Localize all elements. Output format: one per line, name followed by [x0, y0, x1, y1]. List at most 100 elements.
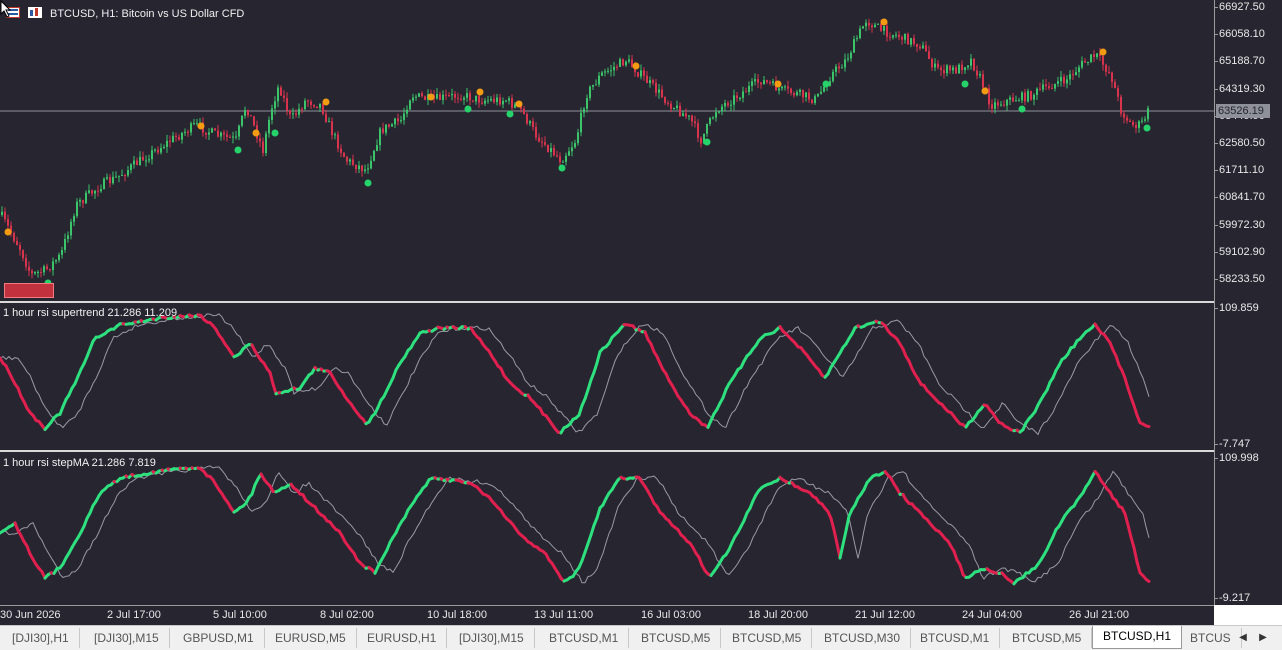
price-axis-label: 58233.50: [1215, 273, 1265, 285]
rsi-line-segment: [271, 382, 278, 396]
sell-arrow-icon: [197, 122, 205, 130]
buy-arrow-icon: [464, 105, 472, 113]
rsi-line-segment: [1144, 577, 1151, 583]
current-price-label: 63526.19: [1216, 104, 1270, 118]
chart-tab[interactable]: BTCUSD,M30: [814, 628, 912, 648]
rsi-line-segment: [595, 350, 602, 365]
rsi-line-segment: [1132, 546, 1139, 564]
time-axis-label: 5 Jul 10:00: [213, 609, 267, 621]
price-axis-label: 64319.30: [1215, 82, 1265, 95]
signal-line: [0, 465, 1150, 584]
rsi-line-segment: [832, 528, 839, 546]
time-axis-label: 18 Jul 20:00: [748, 609, 808, 621]
indicator2-axis-top: 109.998: [1215, 452, 1259, 464]
sell-arrow-icon: [774, 80, 782, 88]
rsi-line-segment: [1129, 535, 1136, 550]
price-axis-label: 59102.90: [1215, 245, 1265, 258]
rsi-line-segment: [841, 529, 848, 546]
chart-tab[interactable]: BTCUSD,H1: [1092, 626, 1183, 649]
price-axis[interactable]: 66927.5066058.1065188.7064319.3063449.90…: [1214, 0, 1282, 605]
buy-arrow-icon: [271, 129, 279, 137]
signal-arrows: [4, 18, 1151, 287]
time-axis[interactable]: 30 Jun 2026 2 Jul 17:00 5 Jul 10:00 8 Jul 0…: [0, 605, 1214, 625]
indicator-title: 1 hour rsi supertrend 21.286 11.209: [3, 307, 178, 319]
sell-arrow-icon: [981, 87, 989, 95]
chart-title: BTCUSD, H1: Bitcoin vs US Dollar CFD: [50, 8, 245, 20]
rsi-line-segment: [829, 516, 836, 532]
buy-arrow-icon: [822, 80, 830, 88]
indicator1-axis-bottom: -7.747: [1214, 438, 1251, 450]
chart-tab[interactable]: BTCUSD,M1: [539, 628, 630, 648]
time-axis-label: 13 Jul 11:00: [534, 609, 594, 621]
sell-arrow-icon: [427, 93, 435, 101]
chart-tab[interactable]: BTCUSD,M5: [722, 628, 813, 648]
indicator-title: 1 hour rsi stepMA 21.286 7.819: [3, 457, 156, 469]
chart-tab[interactable]: BTCUSD,M5: [1002, 628, 1093, 648]
trade-icon[interactable]: [28, 7, 42, 18]
chart-tab[interactable]: [DJI30],H1: [2, 628, 80, 648]
price-axis-label: 61711.10: [1214, 164, 1265, 177]
price-axis-label: 60841.70: [1215, 191, 1265, 204]
sell-arrow-icon: [1099, 48, 1107, 56]
rsi-line-segment: [844, 514, 851, 533]
chart-tab[interactable]: GBPUSD,M1: [173, 628, 265, 648]
rsi-supertrend-pane[interactable]: 1 hour rsi supertrend 21.286 11.209: [0, 303, 1214, 450]
time-axis-label: 30 Jun 2026: [0, 609, 61, 621]
buy-arrow-icon: [558, 164, 566, 172]
rsi-stepma-pane[interactable]: 1 hour rsi stepMA 21.286 7.819: [0, 453, 1214, 605]
buy-arrow-icon: [364, 179, 372, 187]
buy-arrow-icon: [1143, 124, 1151, 132]
chart-tab[interactable]: EURUSD,H1: [357, 628, 448, 648]
rsi-line-segment: [958, 563, 965, 576]
sell-arrow-icon: [476, 88, 484, 96]
price-axis-label: 59972.30: [1215, 218, 1265, 231]
rsi-line-segment: [268, 370, 275, 386]
chart-tab[interactable]: EURUSD,M5: [265, 628, 357, 648]
buy-arrow-icon: [703, 138, 711, 146]
rsi-line-segment: [838, 543, 845, 560]
sell-arrow-icon: [4, 228, 12, 236]
time-axis-label: 16 Jul 03:00: [641, 609, 701, 621]
rsi-supertrend-plot: [0, 313, 1151, 436]
sell-arrow-icon: [880, 18, 888, 26]
price-axis-label: 66058.10: [1215, 28, 1265, 41]
time-axis-label: 21 Jul 12:00: [855, 609, 915, 621]
chart-tabs-bar: [DJI30],H1 [DJI30],M15 GBPUSD,M1 EURUSD,M5 E…: [0, 625, 1282, 650]
time-axis-label: 8 Jul 02:00: [320, 609, 374, 621]
time-axis-label: 26 Jul 21:00: [1069, 609, 1129, 621]
rsi-line-segment: [586, 378, 593, 392]
time-axis-label: 10 Jul 18:00: [427, 609, 487, 621]
buy-arrow-icon: [961, 80, 969, 88]
indicator2-axis-bottom: -9.217: [1214, 592, 1251, 604]
chart-tab[interactable]: BTCUS: [1180, 628, 1242, 648]
time-axis-label: 2 Jul 17:00: [107, 609, 161, 621]
rsi-line-segment: [1126, 523, 1133, 539]
pane-separator[interactable]: [0, 450, 1282, 452]
triangle-right-icon[interactable]: ▶: [1256, 630, 1270, 646]
chart-tab[interactable]: [DJI30],M15: [84, 628, 170, 648]
chart-tab[interactable]: BTCUSD,M1: [910, 628, 1001, 648]
rsi-line-segment: [1123, 512, 1130, 527]
rsi-line-segment: [1123, 376, 1130, 390]
candlestick-chart[interactable]: [0, 0, 1214, 301]
chart-tab[interactable]: [DJI30],M15: [449, 628, 535, 648]
pane-separator[interactable]: [0, 301, 1282, 303]
buy-arrow-icon: [1018, 105, 1026, 113]
rsi-line-segment: [1144, 424, 1151, 429]
arrow-cursor-icon: [0, 0, 12, 18]
sell-arrow-icon: [322, 98, 330, 106]
candles: [1, 18, 1149, 279]
price-axis-label: 65188.70: [1215, 55, 1265, 68]
rsi-line-segment: [589, 523, 596, 537]
triangle-left-icon[interactable]: ◀: [1236, 630, 1250, 646]
low-price-marker: [4, 283, 54, 298]
sell-arrow-icon: [515, 100, 523, 108]
buy-arrow-icon: [234, 146, 242, 154]
sell-arrow-icon: [252, 129, 260, 137]
rsi-line-segment: [577, 404, 584, 417]
price-pane[interactable]: BTCUSD, H1: Bitcoin vs US Dollar CFD: [0, 0, 1214, 301]
price-axis-label: 66927.50: [1215, 1, 1265, 13]
chart-tab[interactable]: BTCUSD,M5: [631, 628, 722, 648]
rsi-line-segment: [595, 506, 602, 520]
rsi-stepma-plot: [0, 465, 1151, 586]
